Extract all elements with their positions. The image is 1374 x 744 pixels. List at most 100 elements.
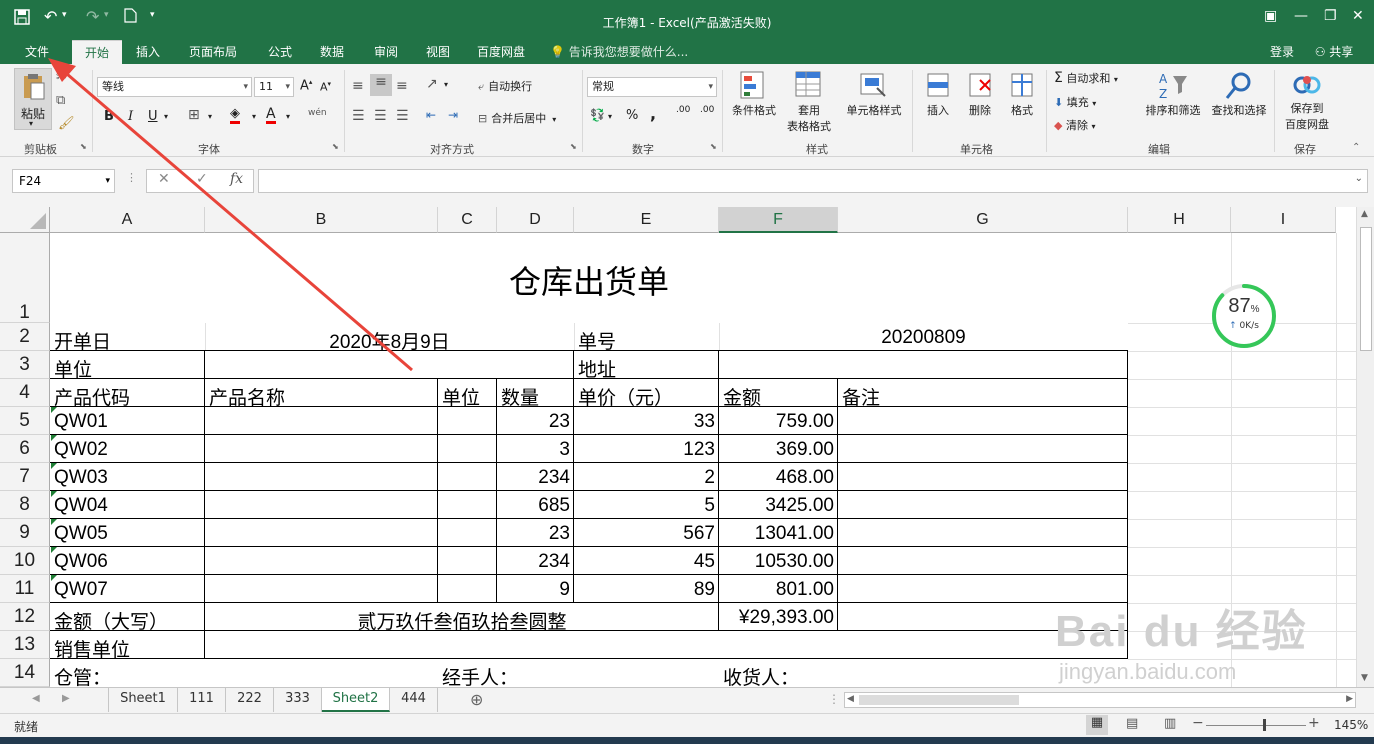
- autosum-button[interactable]: Σ 自动求和 ▾: [1054, 70, 1118, 86]
- scrollbar-thumb[interactable]: [1360, 227, 1372, 351]
- format-as-table-button[interactable]: 套用 表格格式: [780, 70, 838, 136]
- item-code[interactable]: QW07: [54, 579, 108, 601]
- item-price[interactable]: 89: [574, 579, 715, 601]
- next-sheet-icon[interactable]: ▶: [62, 693, 70, 704]
- cell-styles-button[interactable]: 单元格样式: [842, 70, 906, 136]
- find-select-button[interactable]: 查找和选择: [1208, 70, 1270, 136]
- zoom-level[interactable]: 145%: [1334, 718, 1368, 732]
- item-code[interactable]: QW01: [54, 411, 108, 433]
- row-header-11[interactable]: 11: [0, 575, 50, 603]
- item-qty[interactable]: 3: [497, 439, 570, 461]
- tab-home[interactable]: 开始: [72, 40, 122, 64]
- page-break-view-icon[interactable]: ▥: [1164, 716, 1176, 731]
- row-header-2[interactable]: 2: [0, 323, 50, 351]
- align-right-icon[interactable]: ☰: [396, 108, 409, 124]
- comma-style-button[interactable]: ,: [650, 104, 656, 123]
- item-price[interactable]: 5: [574, 495, 715, 517]
- insert-function-icon[interactable]: fx: [230, 171, 243, 187]
- fill-color-icon[interactable]: ◈: [230, 107, 240, 124]
- decrease-indent-icon[interactable]: ⇤: [426, 108, 436, 122]
- item-qty[interactable]: 23: [497, 523, 570, 545]
- item-amount[interactable]: 13041.00: [719, 523, 834, 545]
- clear-button[interactable]: ◆ 清除 ▾: [1054, 117, 1095, 133]
- collapse-ribbon-icon[interactable]: ⌃: [1352, 142, 1360, 153]
- orientation-icon[interactable]: ↗: [426, 76, 438, 92]
- scroll-down-icon[interactable]: ▼: [1361, 673, 1368, 683]
- save-to-baidu-button[interactable]: 保存到 百度网盘: [1280, 70, 1334, 136]
- row-header-7[interactable]: 7: [0, 463, 50, 491]
- sheet-tab-active[interactable]: Sheet2: [322, 688, 390, 712]
- borders-dropdown-icon[interactable]: ▾: [208, 112, 212, 121]
- format-painter-icon[interactable]: 🖌: [58, 116, 75, 131]
- bold-button[interactable]: B: [104, 109, 114, 124]
- header-code[interactable]: 产品代码: [54, 383, 130, 410]
- share-button[interactable]: ⚇ 共享: [1308, 40, 1360, 64]
- column-header-c[interactable]: C: [438, 207, 497, 233]
- align-top-icon[interactable]: ≡: [352, 78, 364, 94]
- item-price[interactable]: 2: [574, 467, 715, 489]
- increase-decimal-button[interactable]: .00: [676, 106, 690, 115]
- align-left-icon[interactable]: ☰: [352, 108, 365, 124]
- item-price[interactable]: 45: [574, 551, 715, 573]
- item-qty[interactable]: 685: [497, 495, 570, 517]
- item-code[interactable]: QW05: [54, 523, 108, 545]
- underline-dropdown-icon[interactable]: ▾: [164, 112, 168, 121]
- cancel-icon[interactable]: ✕: [158, 171, 170, 187]
- item-qty[interactable]: 234: [497, 467, 570, 489]
- number-format-select[interactable]: 常规 ▾: [587, 77, 717, 97]
- header-qty[interactable]: 数量: [501, 383, 539, 410]
- unit-label[interactable]: 单位: [54, 355, 92, 382]
- sheet-tab[interactable]: 333: [274, 688, 322, 712]
- merge-center-button[interactable]: ⊟ 合并后居中 ▾: [478, 110, 556, 126]
- format-cells-button[interactable]: 格式: [1002, 70, 1042, 136]
- handler-label[interactable]: 经手人：: [442, 663, 518, 687]
- scroll-right-icon[interactable]: ▶: [1346, 694, 1353, 704]
- row-header-12[interactable]: 12: [0, 603, 50, 631]
- column-header-d[interactable]: D: [497, 207, 574, 233]
- item-qty[interactable]: 23: [497, 411, 570, 433]
- column-header-f[interactable]: F: [719, 207, 838, 233]
- network-speed-widget[interactable]: 87% ↑ 0K/s: [1211, 283, 1277, 349]
- underline-button[interactable]: U: [148, 109, 158, 124]
- total-in-words[interactable]: 贰万玖仟叁佰玖拾叁圆整: [205, 607, 719, 634]
- add-sheet-icon[interactable]: ⊕: [470, 690, 483, 709]
- row-header-3[interactable]: 3: [0, 351, 50, 379]
- normal-view-icon[interactable]: ▦: [1086, 715, 1108, 735]
- item-amount[interactable]: 468.00: [719, 467, 834, 489]
- orientation-dropdown-icon[interactable]: ▾: [444, 80, 448, 89]
- align-middle-icon[interactable]: ≡: [370, 74, 392, 96]
- font-color-dropdown-icon[interactable]: ▾: [286, 112, 290, 121]
- accounting-format-icon[interactable]: 💱: [590, 108, 605, 122]
- order-no-label[interactable]: 单号: [578, 327, 616, 354]
- font-launcher-icon[interactable]: ⬊: [332, 142, 339, 151]
- item-amount[interactable]: 369.00: [719, 439, 834, 461]
- sheet-tab[interactable]: Sheet1: [108, 688, 178, 712]
- order-no-value[interactable]: 20200809: [719, 327, 1128, 349]
- zoom-in-icon[interactable]: +: [1308, 715, 1320, 731]
- row-header-10[interactable]: 10: [0, 547, 50, 575]
- select-all-corner[interactable]: [0, 207, 50, 233]
- zoom-slider[interactable]: [1206, 725, 1306, 726]
- alignment-launcher-icon[interactable]: ⬊: [570, 142, 577, 151]
- row-header-4[interactable]: 4: [0, 379, 50, 407]
- accounting-dropdown-icon[interactable]: ▾: [608, 112, 612, 121]
- percent-style-button[interactable]: %: [626, 108, 638, 123]
- tab-formulas[interactable]: 公式: [258, 40, 302, 64]
- row-header-9[interactable]: 9: [0, 519, 50, 547]
- clipboard-launcher-icon[interactable]: ⬊: [80, 142, 87, 151]
- column-header-g[interactable]: G: [838, 207, 1128, 233]
- tab-baidu-netdisk[interactable]: 百度网盘: [468, 40, 534, 64]
- page-layout-view-icon[interactable]: ▤: [1126, 716, 1138, 731]
- sheet-title[interactable]: 仓库出货单: [50, 257, 1128, 303]
- horizontal-scrollbar[interactable]: ◀ ▶: [844, 692, 1356, 708]
- item-code[interactable]: QW03: [54, 467, 108, 489]
- column-header-a[interactable]: A: [50, 207, 205, 233]
- fill-button[interactable]: ⬇ 填充 ▾: [1054, 94, 1096, 110]
- tab-review[interactable]: 审阅: [364, 40, 408, 64]
- tab-view[interactable]: 视图: [416, 40, 460, 64]
- tab-split-icon[interactable]: ⋮: [828, 692, 840, 706]
- scroll-up-icon[interactable]: ▲: [1361, 209, 1368, 219]
- sort-filter-button[interactable]: AZ 排序和筛选: [1142, 70, 1204, 136]
- item-qty[interactable]: 234: [497, 551, 570, 573]
- item-amount[interactable]: 3425.00: [719, 495, 834, 517]
